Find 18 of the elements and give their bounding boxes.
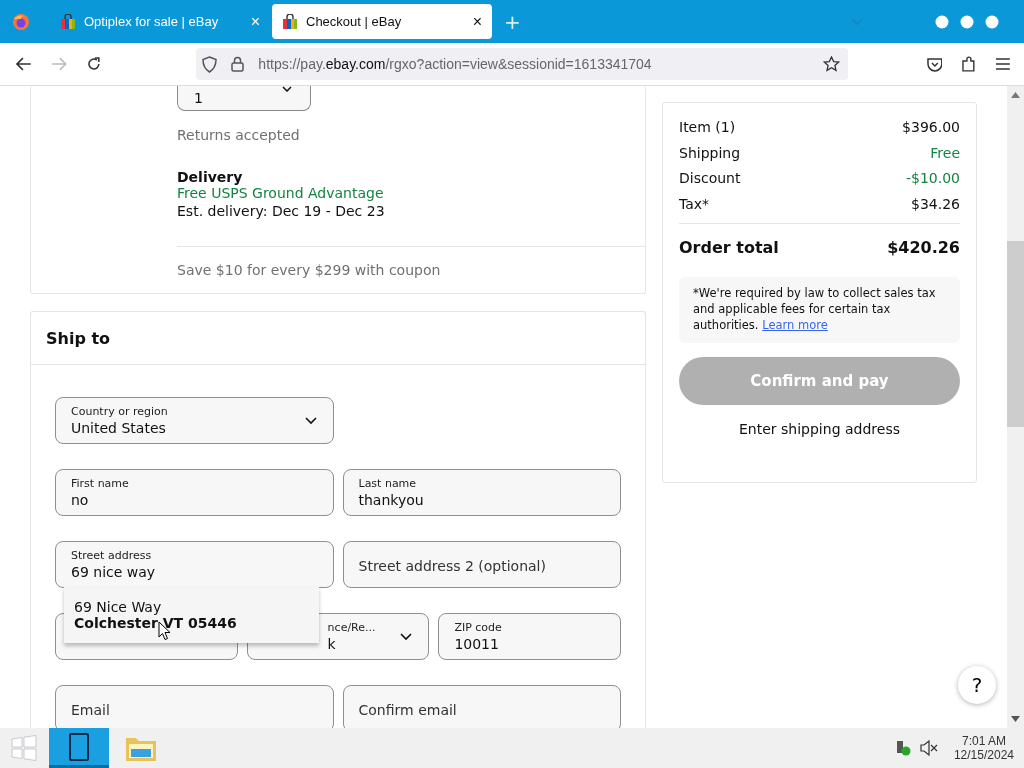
summary-label: Tax* bbox=[679, 195, 710, 214]
coupon-text: Save $10 for every $299 with coupon bbox=[177, 262, 442, 278]
returns-text: Returns accepted bbox=[177, 127, 301, 143]
delivery-heading: Delivery bbox=[177, 169, 244, 185]
summary-value: $396.00 bbox=[902, 119, 960, 137]
summary-label: Item (1) bbox=[679, 119, 736, 137]
section-title: Ship to bbox=[46, 328, 111, 348]
total-label: Order total bbox=[679, 238, 779, 257]
summary-label: Shipping bbox=[679, 144, 741, 163]
hint-text: Enter shipping address bbox=[738, 421, 901, 437]
tax-note: *We're required by law to collect sales tax and applicable fees for certain tax authorities. Learn more bbox=[693, 285, 937, 333]
summary-value: -$10.00 bbox=[905, 170, 960, 188]
summary-value: Free bbox=[930, 144, 960, 163]
delivery-method: Free USPS Ground Advantage bbox=[177, 185, 385, 201]
total-value: $420.26 bbox=[887, 238, 960, 257]
delivery-estimate: Est. delivery: Dec 19 - Dec 23 bbox=[177, 203, 386, 219]
summary-value: $34.26 bbox=[911, 195, 960, 214]
summary-label: Discount bbox=[679, 170, 741, 188]
